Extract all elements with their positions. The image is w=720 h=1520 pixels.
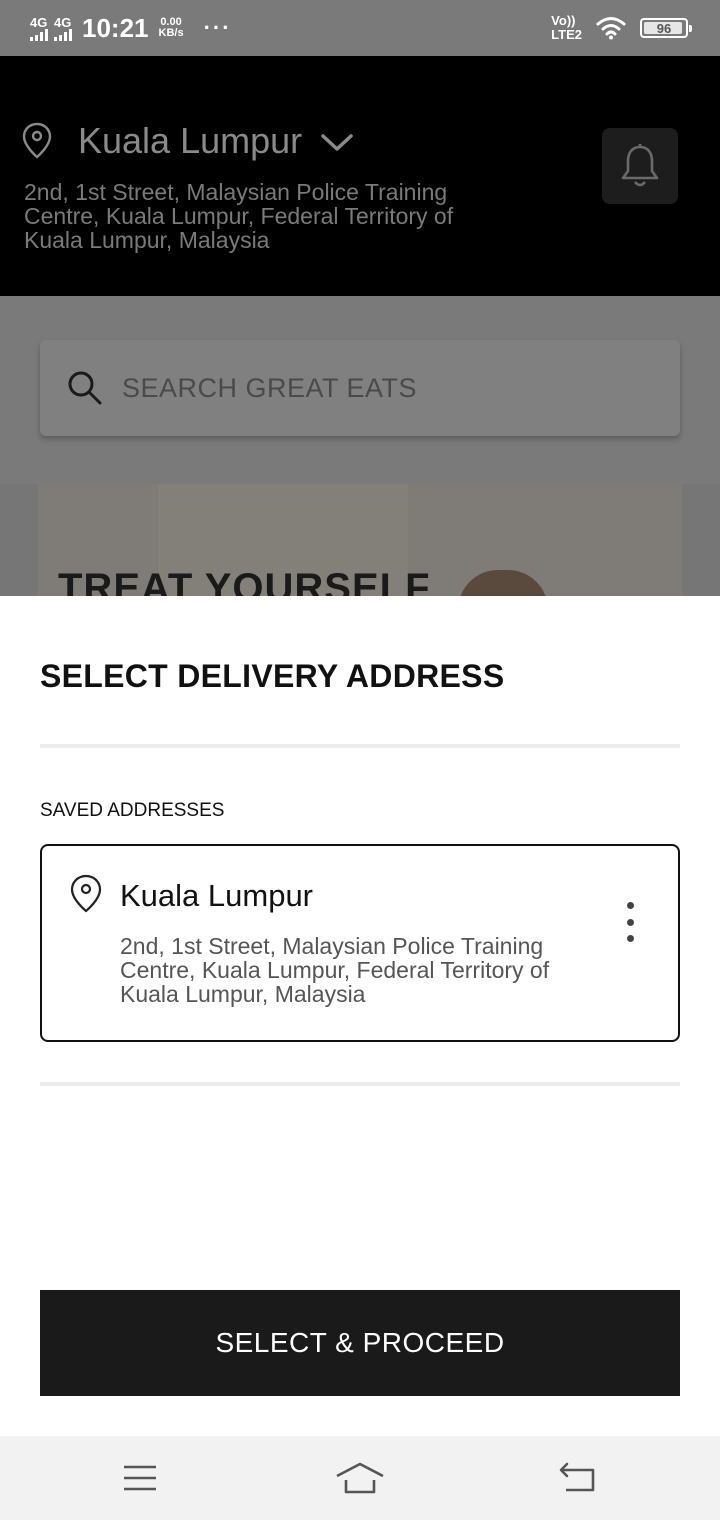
signal-sim2-label: 4G: [54, 14, 72, 30]
signal-bars-icon: [54, 28, 72, 41]
menu-icon: [124, 1465, 156, 1491]
signal-sim1: 4G: [30, 16, 48, 41]
signal-sim1-label: 4G: [30, 14, 48, 30]
home-content-dimmed: SEARCH GREAT EATS TREAT YOURSELF: [0, 296, 720, 596]
more-vertical-icon[interactable]: [620, 902, 640, 942]
app-header: Kuala Lumpur 2nd, 1st Street, Malaysian …: [0, 56, 720, 296]
map-pin-icon[interactable]: [22, 122, 52, 160]
select-proceed-button[interactable]: SELECT & PROCEED: [40, 1290, 680, 1396]
header-address: 2nd, 1st Street, Malaysian Police Traini…: [24, 179, 454, 253]
search-icon: [68, 371, 102, 405]
volte-top: Vo)): [551, 13, 576, 28]
promo-banner[interactable]: TREAT YOURSELF: [0, 484, 720, 596]
bell-icon: [621, 144, 659, 187]
system-nav-bar: [0, 1436, 720, 1520]
chevron-down-icon[interactable]: [320, 132, 354, 154]
banner-text: TREAT YOURSELF: [58, 566, 431, 596]
address-name: Kuala Lumpur: [120, 878, 314, 913]
saved-addresses-label: SAVED ADDRESSES: [40, 800, 225, 821]
divider: [40, 744, 680, 748]
header-city[interactable]: Kuala Lumpur: [78, 120, 302, 162]
search-bar[interactable]: SEARCH GREAT EATS: [40, 340, 680, 436]
volte-indicator: Vo)) LTE2: [551, 14, 582, 42]
volte-bottom: LTE2: [551, 27, 582, 42]
signal-bars-icon: [30, 28, 48, 41]
status-bar: 4G 4G 10:21 0.00 KB/s ··· Vo)) LTE2 96: [0, 0, 720, 56]
nav-back-button[interactable]: [548, 1454, 608, 1502]
saved-address-card[interactable]: Kuala Lumpur 2nd, 1st Street, Malaysian …: [40, 844, 680, 1042]
network-speed: 0.00 KB/s: [159, 17, 184, 39]
status-right: Vo)) LTE2 96: [551, 0, 692, 56]
search-placeholder: SEARCH GREAT EATS: [122, 372, 418, 403]
address-detail: 2nd, 1st Street, Malaysian Police Traini…: [120, 933, 550, 1007]
divider: [40, 1082, 680, 1086]
status-time: 10:21: [82, 12, 149, 43]
wifi-icon: [596, 17, 626, 40]
status-more-notifications: ···: [203, 15, 232, 40]
notifications-button[interactable]: [602, 128, 678, 204]
sheet-title: SELECT DELIVERY ADDRESS: [40, 658, 505, 694]
banner-food-image: [458, 570, 548, 596]
signal-sim2: 4G: [54, 16, 72, 41]
back-icon: [559, 1462, 595, 1492]
nav-menu-button[interactable]: [110, 1454, 170, 1502]
delivery-address-sheet: SELECT DELIVERY ADDRESS SAVED ADDRESSES …: [0, 596, 720, 1436]
network-speed-unit: KB/s: [158, 27, 184, 39]
battery-level: 96: [656, 20, 672, 36]
battery-icon: 96: [640, 18, 692, 38]
home-icon: [336, 1462, 384, 1494]
nav-home-button[interactable]: [330, 1454, 390, 1502]
map-pin-icon: [70, 874, 102, 913]
promo-banner-card: TREAT YOURSELF: [38, 484, 682, 596]
